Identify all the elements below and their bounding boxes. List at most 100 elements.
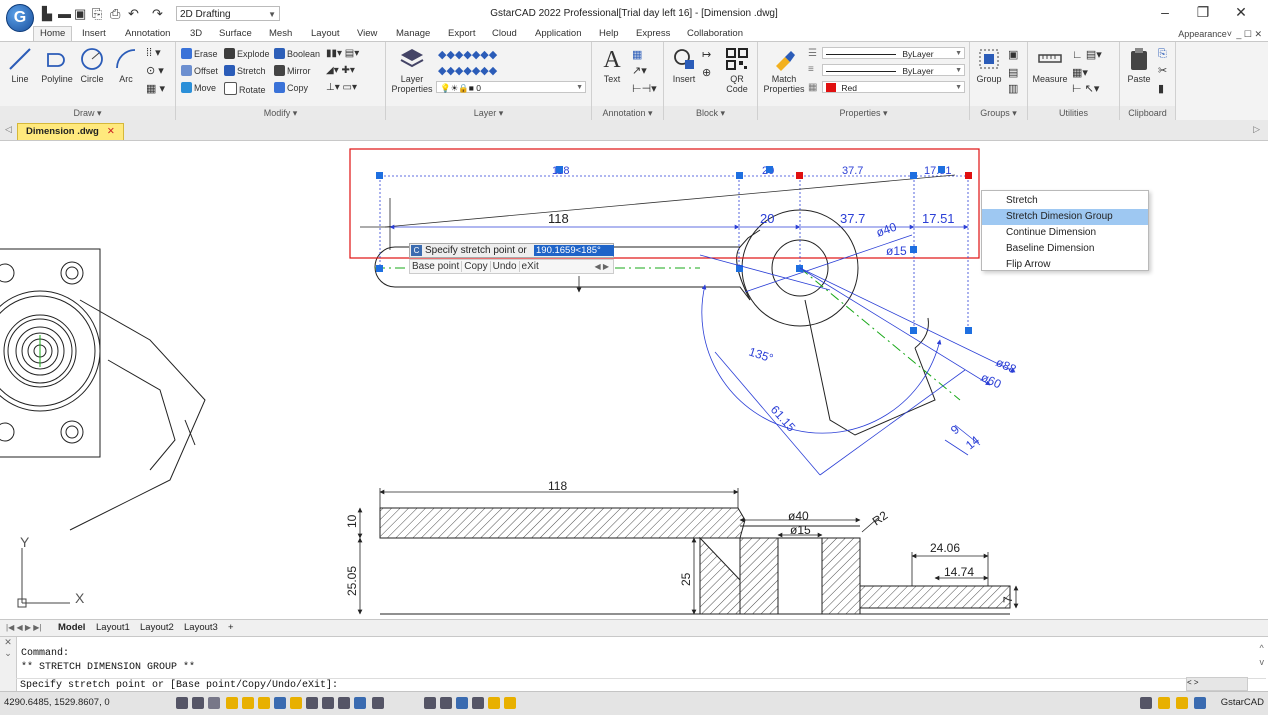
dimension-icon[interactable]: ⊢⊣▾ xyxy=(632,82,657,95)
command-hscroll[interactable]: < > xyxy=(1186,677,1248,691)
layout-nav-icon[interactable]: |◀ ◀ ▶ ▶| xyxy=(6,620,41,636)
tab-collaboration[interactable]: Collaboration xyxy=(687,27,743,41)
workspace-switch-icon[interactable] xyxy=(440,697,452,709)
osnap-icon[interactable] xyxy=(242,697,254,709)
monitor-icon[interactable] xyxy=(1194,697,1206,709)
panel-draw-label[interactable]: Draw ▾ xyxy=(0,106,175,120)
scroll-up-icon[interactable]: ^ xyxy=(1260,641,1265,655)
offset-button[interactable]: Offset xyxy=(181,65,218,76)
otrack-icon[interactable] xyxy=(258,697,270,709)
isolate-icon[interactable] xyxy=(456,697,468,709)
app-logo[interactable]: G xyxy=(6,4,34,32)
text-button[interactable]: A Text xyxy=(597,46,627,84)
trim-icon[interactable]: ⊥▾ ▭▾ xyxy=(326,82,357,93)
mirror-button[interactable]: Mirror xyxy=(274,65,311,76)
panel-properties-label[interactable]: Properties ▾ xyxy=(758,106,969,120)
option-undo[interactable]: Undo xyxy=(490,261,520,272)
option-nav-icon[interactable]: ◀ ▶ xyxy=(594,260,609,273)
snap-icon[interactable] xyxy=(192,697,204,709)
tab-add-layout[interactable]: + xyxy=(228,620,234,636)
array-icon[interactable]: ▮▮▾ ▤▾ xyxy=(326,48,359,59)
tab-layout[interactable]: Layout xyxy=(311,27,340,41)
panel-layer-label[interactable]: Layer ▾ xyxy=(386,106,591,120)
block-attr-icon[interactable]: ⊕ xyxy=(702,66,711,79)
document-tab[interactable]: Dimension .dwg ✕ xyxy=(17,123,124,140)
boolean-button[interactable]: Boolean xyxy=(274,48,320,59)
tab-3d[interactable]: 3D xyxy=(190,27,202,41)
ribbon-window-controls[interactable]: _ ☐ ✕ xyxy=(1236,27,1262,41)
tab-application[interactable]: Application xyxy=(535,27,581,41)
tab-export[interactable]: Export xyxy=(448,27,475,41)
lock-icon[interactable] xyxy=(1158,697,1170,709)
command-input-row[interactable]: Specify stretch point or [Base point/Cop… xyxy=(16,678,1266,692)
layer-properties-button[interactable]: Layer Properties xyxy=(390,46,434,94)
insert-button[interactable]: Insert xyxy=(668,46,700,84)
group-button[interactable]: Group xyxy=(973,46,1005,84)
stretch-button[interactable]: Stretch xyxy=(224,65,266,76)
bulb-icon[interactable] xyxy=(1176,697,1188,709)
restore-button[interactable]: ❐ xyxy=(1188,4,1218,21)
explode-button[interactable]: Explode xyxy=(224,48,270,59)
tab-insert[interactable]: Insert xyxy=(82,27,106,41)
hatch-icon[interactable]: ⁞⁞ ▾ xyxy=(146,46,161,59)
clean-screen-icon[interactable] xyxy=(488,697,500,709)
menu-item-stretch[interactable]: Stretch xyxy=(982,193,1148,209)
copy-button[interactable]: Copy xyxy=(274,82,308,93)
close-button[interactable]: ✕ xyxy=(1226,4,1256,21)
annotation-auto-icon[interactable] xyxy=(424,697,436,709)
boundary-icon[interactable]: ▦ ▾ xyxy=(146,82,165,95)
panel-modify-label[interactable]: Modify ▾ xyxy=(176,106,385,120)
leader-icon[interactable]: ↗▾ xyxy=(632,64,647,77)
tab-view[interactable]: View xyxy=(357,27,377,41)
tab-mesh[interactable]: Mesh xyxy=(269,27,292,41)
option-exit[interactable]: eXit xyxy=(520,261,541,272)
lineweight-combo[interactable]: ByLayer ▼ xyxy=(822,64,965,76)
grid-icon[interactable] xyxy=(176,697,188,709)
panel-groups-label[interactable]: Groups ▾ xyxy=(970,106,1027,120)
layer-tools-icon[interactable]: ◆◆◆◆◆◆◆ xyxy=(438,48,497,61)
scroll-down-icon[interactable]: v xyxy=(1260,655,1265,669)
color-combo[interactable]: Red ▼ xyxy=(822,81,965,93)
grip-icon[interactable]: ⌄ xyxy=(0,648,16,659)
move-button[interactable]: Move xyxy=(181,82,216,93)
ungroup-icon[interactable]: ▣ xyxy=(1008,48,1018,61)
panel-annotation-label[interactable]: Annotation ▾ xyxy=(592,106,663,120)
tab-scroll-right-icon[interactable]: ▷ xyxy=(1253,124,1260,135)
status-brand[interactable]: GstarCAD xyxy=(1221,697,1264,708)
panel-utilities-label[interactable]: Utilities xyxy=(1028,106,1119,120)
calculator-icon[interactable]: ▦▾ xyxy=(1072,66,1088,79)
tab-model[interactable]: Model xyxy=(58,620,85,636)
cut-icon[interactable]: ✂ xyxy=(1158,64,1167,77)
paste-special-icon[interactable]: ▮ xyxy=(1158,82,1164,95)
settings-icon[interactable] xyxy=(504,697,516,709)
appearance-menu[interactable]: Appearance˅ xyxy=(1178,27,1232,41)
select-filter-icon[interactable]: ⊢ ↖▾ xyxy=(1072,82,1099,95)
arc-button[interactable]: Arc xyxy=(112,46,140,84)
layer-combo[interactable]: 💡☀🔒■ 0 ▼ xyxy=(436,81,586,93)
fillet-icon[interactable]: ◢▾ ✚▾ xyxy=(326,65,355,76)
panel-clipboard-label[interactable]: Clipboard xyxy=(1120,106,1175,120)
sc-icon[interactable] xyxy=(338,697,350,709)
annotation-scale-icon[interactable] xyxy=(372,697,384,709)
tab-help[interactable]: Help xyxy=(599,27,619,41)
close-icon[interactable]: ✕ xyxy=(0,637,16,648)
table-icon[interactable]: ▦ xyxy=(632,48,642,61)
linetype-combo[interactable]: ByLayer ▼ xyxy=(822,47,965,59)
ellipse-icon[interactable]: ⊙ ▾ xyxy=(146,64,164,77)
tab-cloud[interactable]: Cloud xyxy=(492,27,517,41)
erase-button[interactable]: Erase xyxy=(181,48,218,59)
circle-button[interactable]: Circle xyxy=(78,46,106,84)
menu-item-stretch-dimension-group[interactable]: Stretch Dimesion Group xyxy=(982,209,1148,225)
close-icon[interactable]: ✕ xyxy=(107,126,115,137)
match-properties-button[interactable]: Match Properties xyxy=(761,46,807,94)
layer-tools2-icon[interactable]: ◆◆◆◆◆◆◆ xyxy=(438,64,497,77)
prompt-input[interactable]: 190.1659<185° xyxy=(534,245,614,256)
annotation-visibility-icon[interactable] xyxy=(354,697,366,709)
panel-block-label[interactable]: Block ▾ xyxy=(664,106,757,120)
tab-layout1[interactable]: Layout1 xyxy=(96,620,130,636)
qp-icon[interactable] xyxy=(322,697,334,709)
left-part[interactable] xyxy=(0,248,206,531)
qr-code-button[interactable]: QR Code xyxy=(720,46,754,94)
tab-scroll-left-icon[interactable]: ◁ xyxy=(5,124,12,135)
section-view[interactable] xyxy=(379,507,1011,615)
